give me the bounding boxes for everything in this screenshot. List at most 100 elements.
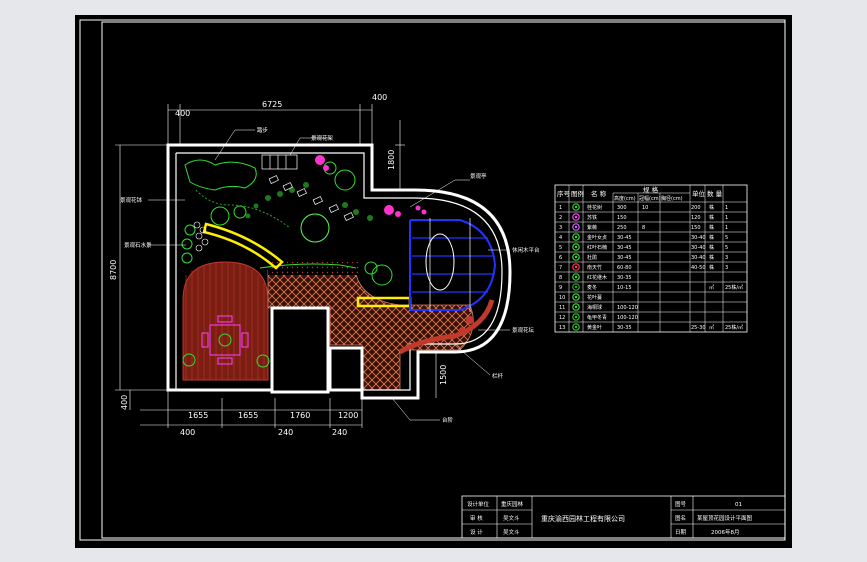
dim-bottom-seg-4: 1200 [338, 411, 358, 420]
drawing-sheet: 6725 400 400 1800 8700 400 1500 1655 165… [75, 15, 792, 548]
dim-top-width: 6725 [262, 100, 282, 109]
plant-legend-dot [574, 215, 578, 219]
plant-table-cell: 3 [725, 255, 728, 261]
plant-table-cell: 30-45 [617, 245, 632, 251]
tb-label-designer: 设 计 [470, 528, 483, 536]
plant-table-cell: 株 [709, 254, 714, 261]
dim-bottom-seg-3: 1760 [290, 411, 310, 420]
tb-value-designer: 吴文斗 [503, 528, 520, 536]
plant-legend-dot [574, 245, 578, 249]
tb-company: 重庆渝西园林工程有限公司 [541, 514, 625, 523]
callout-top-a: 踏步 [257, 126, 269, 134]
stair-room [270, 306, 330, 394]
plant-legend-dot [574, 235, 578, 239]
plant-table-cell: 8 [559, 275, 562, 281]
plant-table-cell: 2 [559, 215, 562, 221]
callout-left-a: 景观花钵 [120, 196, 143, 204]
plant-legend-dot [574, 205, 578, 209]
plant-table-cell: 7 [559, 265, 562, 271]
tb-label-date: 日期 [675, 529, 687, 536]
plant-table-cell: 30-35 [617, 325, 632, 331]
plant-schedule: 序号 图例名 称 规 格 单位数 量高度(cm) 冠幅(cm) 胸径(cm) 1 桂花树 300… [554, 184, 748, 333]
plant-table-cell: 12 [559, 315, 565, 321]
dim-bottom-right-height: 1500 [439, 365, 448, 385]
plant-table-cell: 1 [559, 205, 562, 211]
plant-legend-dot [574, 225, 578, 229]
plant-table-header: 序号 [557, 189, 571, 198]
plant-legend-dot [574, 295, 578, 299]
tb-value-designer-unit: 重庆园林 [501, 500, 524, 508]
tb-label-designer-unit: 设计单位 [467, 500, 490, 508]
plant-table-cell: ㎡ [709, 324, 714, 331]
plant-table-header: 图例 [571, 189, 584, 198]
plant-table-cell: 株 [709, 214, 714, 221]
plant-legend-dot [574, 305, 578, 309]
plant-table-cell: 25株/㎡ [725, 324, 743, 331]
plant-legend-dot [574, 255, 578, 259]
plant-table-cell: 4 [559, 235, 562, 241]
plant-table-cell: 红叶石楠 [587, 244, 607, 251]
plant-legend-dot [574, 265, 578, 269]
plant-legend-dot [574, 285, 578, 289]
plant-table-header: 数 量 [707, 189, 723, 198]
plant-table-cell: 150 [691, 225, 701, 231]
dim-top-right-offset: 400 [372, 93, 387, 102]
plant-table-cell: 300 [617, 205, 627, 211]
plant-table-cell: 250 [617, 225, 627, 231]
stepping-stones [261, 154, 354, 221]
plant-table-cell: 13 [559, 325, 565, 331]
plant-table-cell: 1 [725, 205, 728, 211]
plant-table-cell: 株 [709, 234, 714, 241]
plant-table-cell: 5 [559, 245, 562, 251]
plant-table-cell: 海桐球 [587, 304, 602, 311]
plant-table-cell: 紫薇 [587, 224, 597, 231]
dim-bottom-seg-2: 1655 [238, 411, 258, 420]
plant-table-cell: 1 [725, 225, 728, 231]
dim-bottom-offset-3: 240 [332, 428, 347, 437]
plant-table-cell: 25株/㎡ [725, 284, 743, 291]
pergola [409, 218, 497, 312]
title-block: 设计单位 审 核 设 计 重庆园林 吴文斗 吴文斗 重庆渝西园林工程有限公司 图… [461, 495, 786, 539]
plant-table-cell: 25-30 [691, 325, 706, 331]
plant-table-cell: 100-120 [617, 305, 638, 311]
callout-top-b: 景观花架 [311, 134, 334, 142]
plant-table-header: 单位 [692, 189, 706, 198]
plant-table-subheader: 胸径(cm) [661, 195, 683, 202]
tb-label-drawing-name: 图名 [675, 514, 686, 522]
plant-table-frame [554, 184, 748, 333]
garden-plan: 6725 400 400 1800 8700 400 1500 1655 165… [109, 93, 540, 437]
plant-table-cell: 120 [691, 215, 701, 221]
callout-right-d: 栏杆 [492, 372, 504, 380]
plant-table-subheader: 冠幅(cm) [639, 195, 661, 202]
plant-table-cell: 株 [709, 224, 714, 231]
plant-table-header: 规 格 [643, 185, 659, 194]
plant-table-cell: 10 [642, 205, 648, 211]
plant-table-cell: 30-40 [691, 235, 706, 241]
plant-table-cell: 金叶女贞 [587, 234, 607, 241]
cad-drawing: 6725 400 400 1800 8700 400 1500 1655 165… [79, 19, 786, 541]
tb-value-drawing-no: 01 [735, 502, 742, 508]
tb-value-reviewer: 吴文斗 [503, 514, 520, 522]
plant-table-cell: 8 [642, 225, 645, 231]
plant-table-cell: 株 [709, 264, 714, 271]
dim-bottom-left-offset: 400 [120, 395, 129, 410]
tb-value-date: 2006年8月 [711, 528, 740, 536]
plant-table-cell: 10 [559, 295, 565, 301]
dim-top-left-offset: 400 [175, 109, 190, 118]
dim-bottom-offset-2: 240 [278, 428, 293, 437]
plant-table-cell: 200 [691, 205, 701, 211]
plant-table-cell: 龟甲冬青 [587, 314, 607, 321]
plant-table-cell: 30-40 [691, 245, 706, 251]
plant-table-cell: 5 [725, 245, 728, 251]
plant-legend-dot [574, 325, 578, 329]
plant-table-cell: 6 [559, 255, 562, 261]
plant-table-cell: 南天竹 [587, 264, 602, 271]
plant-table-cell: 红花继木 [587, 274, 607, 281]
plant-table-cell: 黄金叶 [587, 324, 602, 331]
dim-right-height: 1800 [387, 150, 396, 170]
wood-deck [182, 261, 269, 381]
plant-table-cell: 3 [725, 265, 728, 271]
plant-table-cell: 40-50 [691, 265, 706, 271]
dim-bottom-offset-1: 400 [180, 428, 195, 437]
plant-table-subheader: 高度(cm) [614, 195, 636, 202]
